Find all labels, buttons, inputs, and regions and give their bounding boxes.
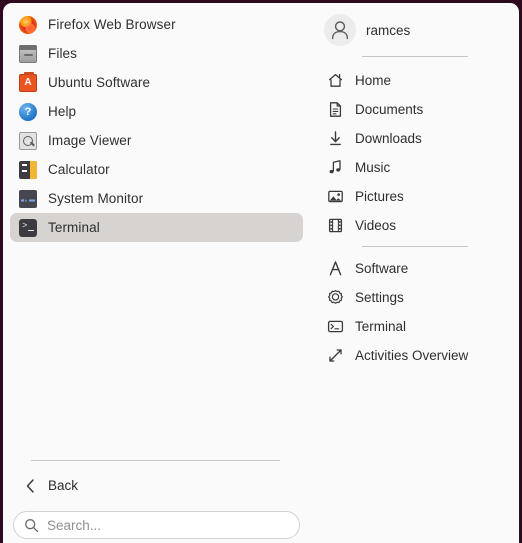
place-item-label: Downloads bbox=[355, 131, 422, 146]
ubuntu-software-icon bbox=[19, 71, 37, 92]
place-item-home[interactable]: Home bbox=[322, 66, 517, 95]
action-item-label: Software bbox=[355, 261, 409, 276]
app-item-image-viewer[interactable]: Image Viewer bbox=[10, 126, 303, 155]
application-list: Firefox Web Browser Files Ubuntu Softwar… bbox=[10, 10, 303, 242]
app-item-label: Terminal bbox=[48, 220, 100, 235]
files-icon bbox=[19, 44, 37, 63]
user-name-label: ramces bbox=[366, 22, 411, 38]
picture-icon bbox=[327, 188, 344, 205]
app-item-label: Ubuntu Software bbox=[48, 75, 151, 90]
app-item-firefox-web-browser[interactable]: Firefox Web Browser bbox=[10, 10, 303, 39]
left-pane: Firefox Web Browser Files Ubuntu Softwar… bbox=[3, 3, 310, 543]
app-item-system-monitor[interactable]: System Monitor bbox=[10, 184, 303, 213]
avatar bbox=[324, 14, 356, 46]
place-item-music[interactable]: Music bbox=[322, 153, 517, 182]
search-input[interactable] bbox=[47, 517, 277, 533]
calculator-icon bbox=[19, 160, 37, 179]
home-icon bbox=[327, 72, 344, 89]
app-item-ubuntu-software[interactable]: Ubuntu Software bbox=[10, 68, 303, 97]
app-item-label: System Monitor bbox=[48, 191, 144, 206]
firefox-icon bbox=[19, 15, 37, 34]
terminal-icon bbox=[19, 218, 37, 237]
action-item-label: Terminal bbox=[355, 319, 407, 334]
gear-icon bbox=[327, 289, 344, 306]
back-button[interactable]: Back bbox=[21, 471, 291, 500]
app-item-label: Help bbox=[48, 104, 77, 119]
right-pane-divider-top bbox=[362, 56, 468, 57]
action-item-software[interactable]: Software bbox=[322, 254, 517, 283]
ubuntu-logo-icon bbox=[327, 260, 344, 277]
user-account-item[interactable]: ramces bbox=[324, 13, 410, 47]
app-item-calculator[interactable]: Calculator bbox=[10, 155, 303, 184]
place-item-label: Documents bbox=[355, 102, 424, 117]
app-item-terminal[interactable]: Terminal bbox=[10, 213, 303, 242]
places-list: Home Documents Downloads Music Pictures … bbox=[322, 66, 517, 240]
application-menu-window: Firefox Web Browser Files Ubuntu Softwar… bbox=[3, 3, 519, 543]
music-note-icon bbox=[327, 159, 344, 176]
download-arrow-icon bbox=[327, 130, 344, 147]
place-item-label: Pictures bbox=[355, 189, 404, 204]
app-item-files[interactable]: Files bbox=[10, 39, 303, 68]
left-pane-divider bbox=[31, 460, 280, 461]
action-item-terminal[interactable]: Terminal bbox=[322, 312, 517, 341]
search-icon bbox=[24, 518, 39, 533]
action-item-activities-overview[interactable]: Activities Overview bbox=[322, 341, 517, 370]
image-viewer-icon bbox=[19, 131, 37, 150]
back-button-label: Back bbox=[48, 478, 79, 493]
expand-arrows-icon bbox=[327, 347, 344, 364]
app-item-help[interactable]: Help bbox=[10, 97, 303, 126]
chevron-left-icon bbox=[21, 477, 39, 495]
place-item-label: Music bbox=[355, 160, 391, 175]
action-item-label: Activities Overview bbox=[355, 348, 469, 363]
system-monitor-icon bbox=[19, 189, 37, 208]
place-item-pictures[interactable]: Pictures bbox=[322, 182, 517, 211]
app-item-label: Image Viewer bbox=[48, 133, 132, 148]
place-item-label: Home bbox=[355, 73, 392, 88]
desktop-backdrop: Firefox Web Browser Files Ubuntu Softwar… bbox=[0, 0, 522, 543]
terminal-prompt-icon bbox=[327, 318, 344, 335]
place-item-label: Videos bbox=[355, 218, 397, 233]
app-item-label: Calculator bbox=[48, 162, 110, 177]
action-item-label: Settings bbox=[355, 290, 404, 305]
action-item-settings[interactable]: Settings bbox=[322, 283, 517, 312]
document-icon bbox=[327, 101, 344, 118]
search-box[interactable] bbox=[13, 511, 300, 539]
place-item-videos[interactable]: Videos bbox=[322, 211, 517, 240]
film-strip-icon bbox=[327, 217, 344, 234]
place-item-downloads[interactable]: Downloads bbox=[322, 124, 517, 153]
app-item-label: Files bbox=[48, 46, 78, 61]
actions-list: Software Settings Terminal Activities Ov… bbox=[322, 254, 517, 370]
help-icon bbox=[19, 102, 37, 121]
right-pane: ramces Home Documents Downloads Music Pi… bbox=[310, 3, 519, 543]
place-item-documents[interactable]: Documents bbox=[322, 95, 517, 124]
app-item-label: Firefox Web Browser bbox=[48, 17, 176, 32]
right-pane-divider-bottom bbox=[362, 246, 468, 247]
